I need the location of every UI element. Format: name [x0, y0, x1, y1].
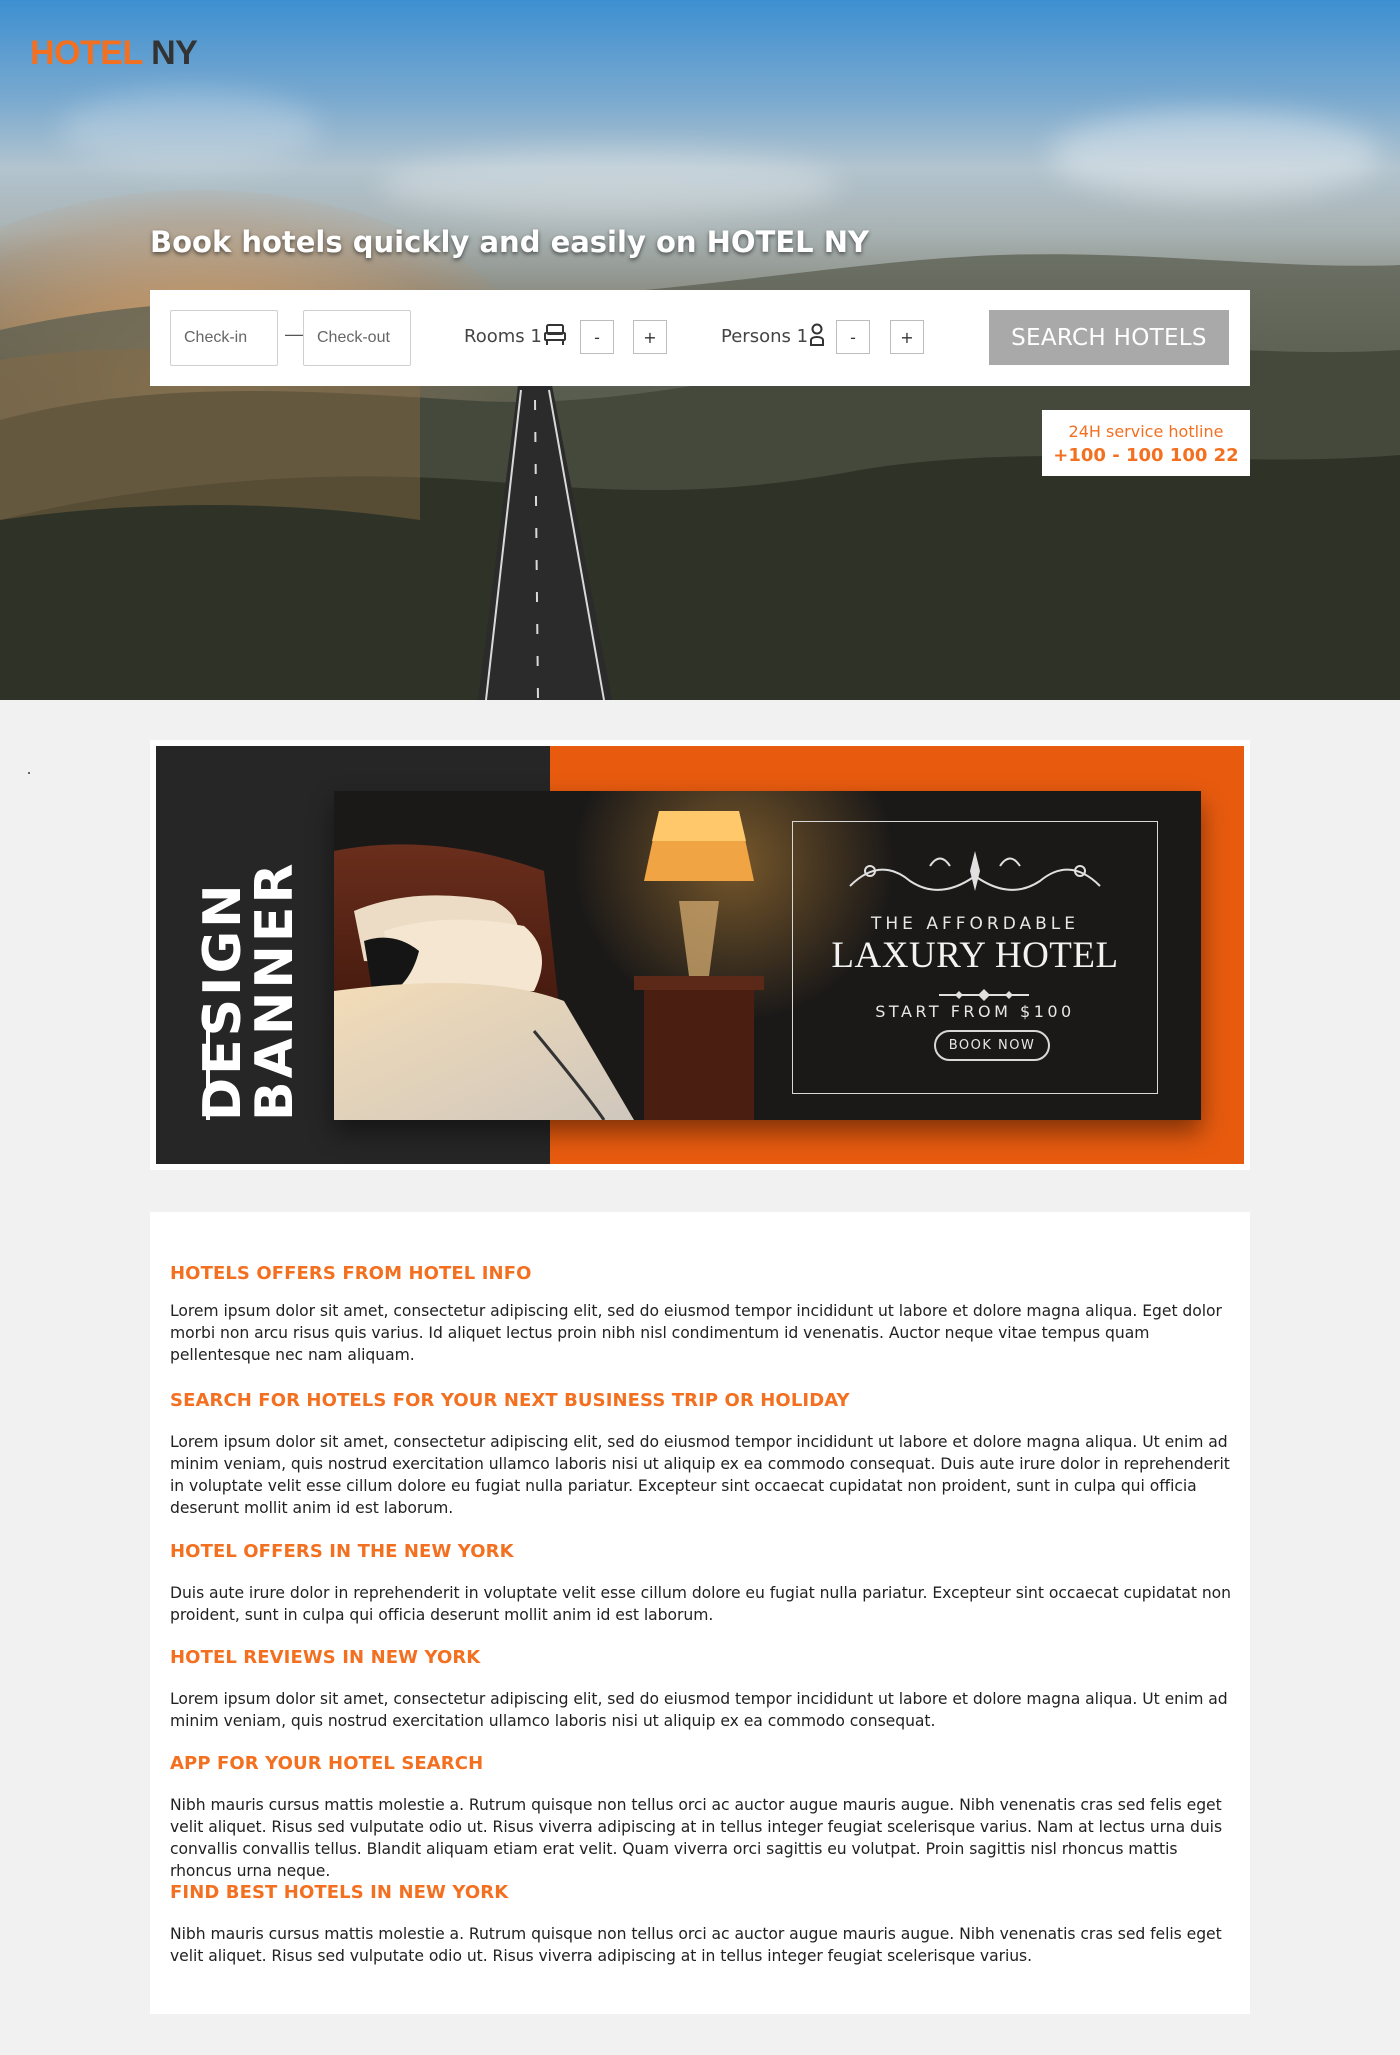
section-heading: HOTEL REVIEWS IN NEW YORK: [170, 1647, 481, 1668]
checkout-input[interactable]: [303, 310, 411, 366]
service-hotline-box: 24H service hotline +100 - 100 100 22: [1042, 410, 1250, 476]
section-heading: FIND BEST HOTELS IN NEW YORK: [170, 1882, 509, 1903]
hotline-number[interactable]: +100 - 100 100 22: [1042, 445, 1250, 466]
search-hotels-button[interactable]: SEARCH HOTELS: [989, 310, 1229, 365]
banner-canvas: DESIGN BANNER THE AFFORDABLE LAXURY HOTE…: [156, 746, 1244, 1164]
section-best-hotels: FIND BEST HOTELS IN NEW YORK Nibh mauris…: [170, 1882, 1235, 1967]
book-now-button[interactable]: BOOK NOW: [934, 1030, 1050, 1061]
date-separator: —: [285, 324, 303, 344]
section-text: Nibh mauris cursus mattis molestie a. Ru…: [170, 1796, 1223, 1880]
persons-increment-button[interactable]: +: [890, 320, 924, 354]
persons-label: Persons 1: [721, 326, 809, 347]
person-icon: [809, 323, 825, 352]
section-hotel-offers-info: HOTELS OFFERS FROM HOTEL INFO Lorem ipsu…: [170, 1263, 1235, 1366]
hotline-label: 24H service hotline: [1068, 422, 1224, 441]
section-search-trip: SEARCH FOR HOTELS FOR YOUR NEXT BUSINESS…: [170, 1390, 1235, 1519]
section-text: Duis aute irure dolor in reprehenderit i…: [170, 1584, 1231, 1624]
ornament-flourish-icon: [849, 851, 1101, 891]
hotel-search-bar: — Rooms 1 - + Persons 1 - + SEARCH HOTEL…: [150, 290, 1250, 386]
section-text: Lorem ipsum dolor sit amet, consectetur …: [170, 1302, 1222, 1364]
persons-decrement-button[interactable]: -: [836, 320, 870, 354]
stray-dot: [28, 772, 30, 774]
rooms-decrement-button[interactable]: -: [580, 320, 614, 354]
bed-icon: [544, 323, 566, 352]
section-heading: HOTEL OFFERS IN THE NEW YORK: [170, 1541, 514, 1562]
info-content-panel: HOTELS OFFERS FROM HOTEL INFO Lorem ipsu…: [150, 1212, 1250, 2014]
section-text: Nibh mauris cursus mattis molestie a. Ru…: [170, 1925, 1222, 1965]
section-text: Lorem ipsum dolor sit amet, consectetur …: [170, 1690, 1228, 1730]
banner-price: START FROM $100: [875, 1002, 1075, 1021]
checkin-input[interactable]: [170, 310, 278, 366]
banner-vertical-heading: DESIGN BANNER: [198, 861, 298, 1121]
banner-accent-line: [206, 1008, 210, 1120]
section-reviews-new-york: HOTEL REVIEWS IN NEW YORK Lorem ipsum do…: [170, 1647, 1235, 1732]
svg-text:BANNER: BANNER: [245, 861, 298, 1121]
section-offers-new-york: HOTEL OFFERS IN THE NEW YORK Duis aute i…: [170, 1541, 1235, 1626]
rooms-label: Rooms 1: [464, 326, 542, 347]
hero-tagline: Book hotels quickly and easily on HOTEL …: [150, 225, 869, 259]
promo-banner[interactable]: DESIGN BANNER THE AFFORDABLE LAXURY HOTE…: [150, 740, 1250, 1170]
section-app-search: APP FOR YOUR HOTEL SEARCH Nibh mauris cu…: [170, 1753, 1235, 1882]
section-heading: SEARCH FOR HOTELS FOR YOUR NEXT BUSINESS…: [170, 1390, 850, 1411]
banner-subtitle: THE AFFORDABLE: [871, 914, 1079, 934]
section-heading: APP FOR YOUR HOTEL SEARCH: [170, 1753, 484, 1774]
banner-title: LAXURY HOTEL: [831, 935, 1119, 976]
rooms-increment-button[interactable]: +: [633, 320, 667, 354]
logo[interactable]: HOTEL NY: [30, 34, 198, 73]
hero-section: HOTEL NY Book hotels quickly and easily …: [0, 0, 1400, 700]
logo-text-ny: NY: [151, 34, 198, 72]
banner-word-banner: BANNER: [245, 861, 298, 1121]
section-text: Lorem ipsum dolor sit amet, consectetur …: [170, 1433, 1230, 1517]
section-heading: HOTELS OFFERS FROM HOTEL INFO: [170, 1263, 532, 1284]
logo-text-hotel: HOTEL: [30, 34, 143, 72]
ornament-divider-icon: [939, 989, 1029, 1001]
